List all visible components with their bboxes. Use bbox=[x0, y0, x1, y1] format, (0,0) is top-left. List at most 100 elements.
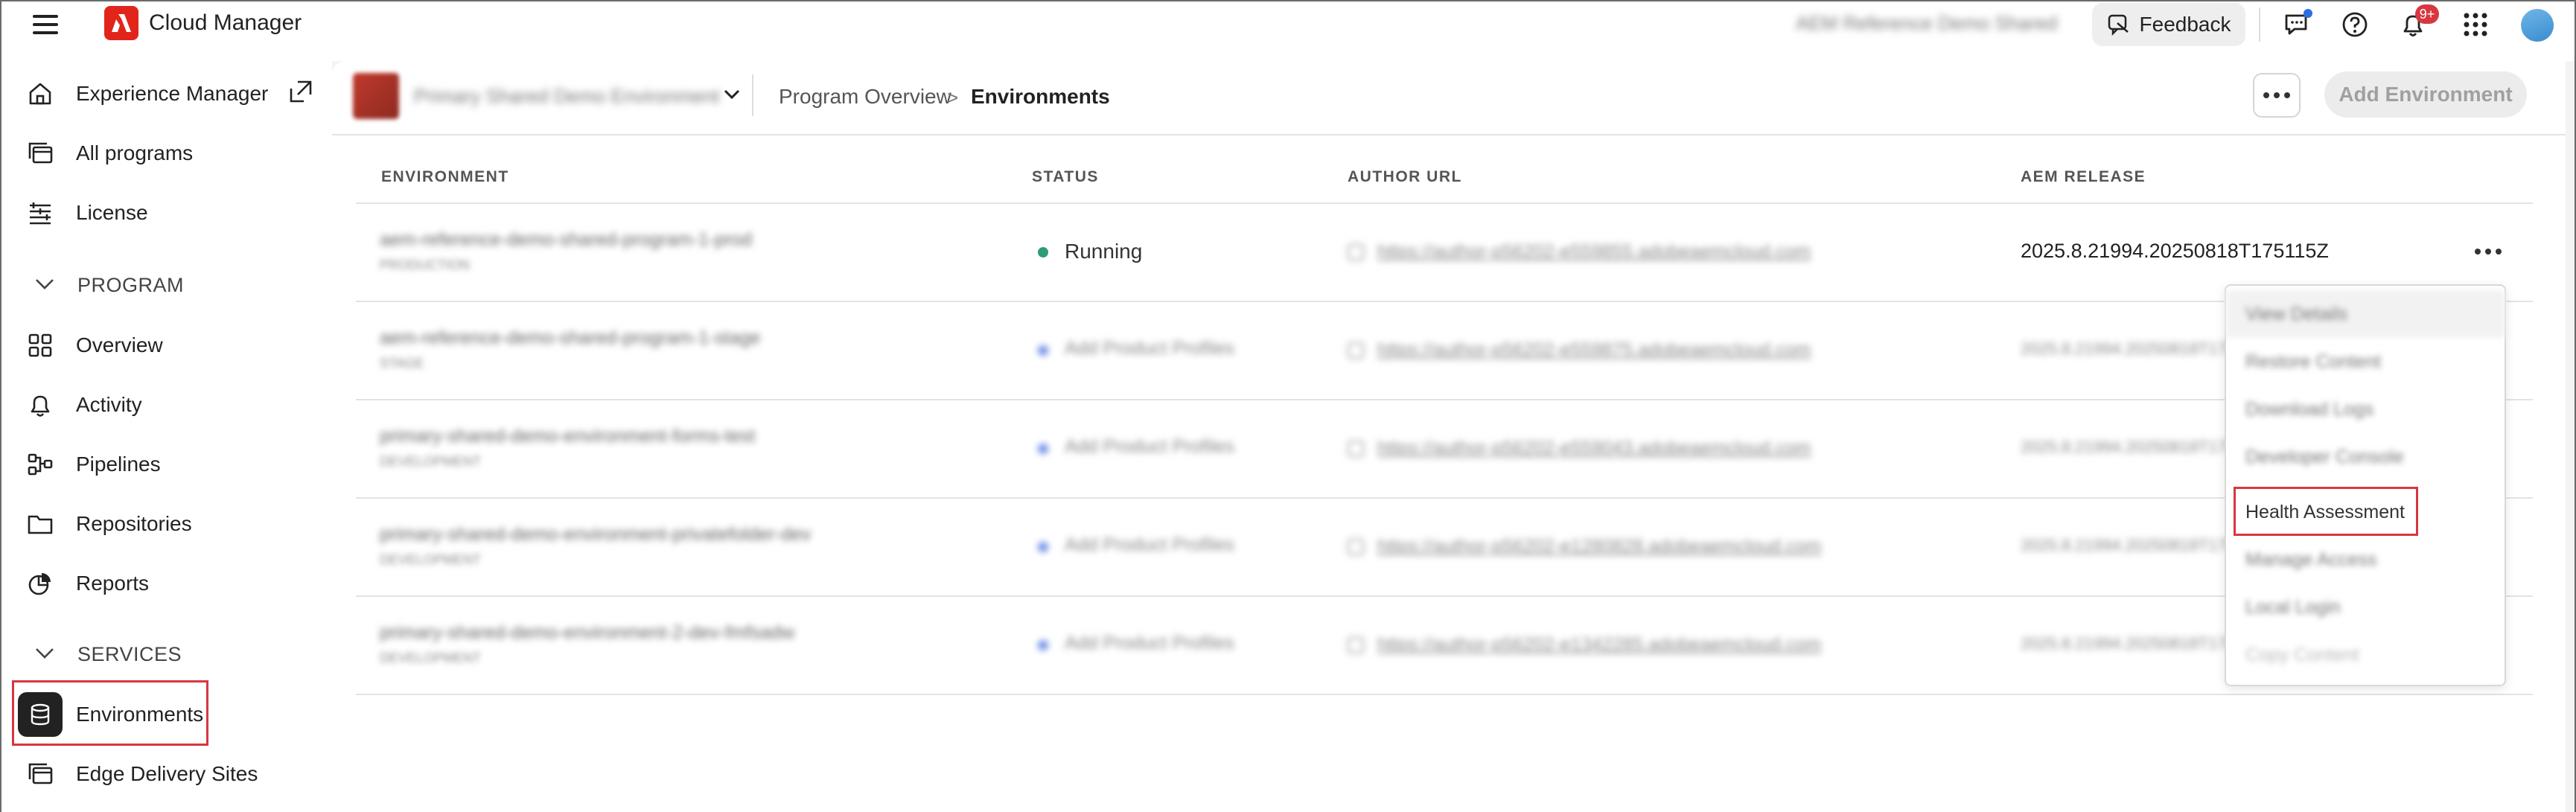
menu-item-local-login[interactable]: Local Login bbox=[2226, 584, 2505, 631]
sidebar-item-overview[interactable]: Overview bbox=[24, 322, 163, 369]
environment-type: DEVELOPMENT bbox=[380, 454, 482, 469]
section-title: SERVICES bbox=[77, 642, 182, 665]
program-thumbnail bbox=[353, 73, 399, 119]
sidebar-item-label: Pipelines bbox=[76, 453, 161, 476]
status-text[interactable]: Add Product Profiles bbox=[1065, 338, 1234, 359]
program-switcher[interactable]: Primary Shared Demo Environment bbox=[414, 85, 719, 108]
row-more-actions-button[interactable] bbox=[2469, 237, 2508, 266]
environment-type: DEVELOPMENT bbox=[380, 552, 482, 567]
section-program-toggle[interactable]: PROGRAM bbox=[34, 266, 184, 304]
author-url-link[interactable]: https://author-p56202-e559043.adobeaemcl… bbox=[1377, 438, 1811, 459]
overview-icon bbox=[24, 329, 57, 362]
environment-type: STAGE bbox=[380, 356, 424, 371]
sidebar-item-edge-delivery-sites[interactable]: Edge Delivery Sites bbox=[24, 750, 258, 798]
breadcrumb-program-overview[interactable]: Program Overview bbox=[779, 85, 951, 109]
divider bbox=[356, 301, 2533, 302]
help-icon[interactable] bbox=[2338, 7, 2372, 42]
section-title: PROGRAM bbox=[77, 273, 185, 296]
programs-icon bbox=[24, 137, 57, 170]
chevron-down-icon[interactable] bbox=[719, 82, 745, 107]
column-header-status[interactable]: STATUS bbox=[1032, 168, 1099, 186]
menu-item-manage-access[interactable]: Manage Access bbox=[2226, 536, 2505, 584]
status-text[interactable]: Add Product Profiles bbox=[1065, 633, 1234, 654]
column-header-author-url[interactable]: AUTHOR URL bbox=[1348, 168, 1462, 186]
environment-type: PRODUCTION bbox=[380, 258, 470, 272]
sidebar-item-label: Repositories bbox=[76, 512, 192, 535]
adobe-logo-icon[interactable] bbox=[104, 6, 138, 40]
reports-icon bbox=[24, 567, 57, 600]
column-header-environment[interactable]: ENVIRONMENT bbox=[381, 168, 509, 186]
environment-name[interactable]: aem-reference-demo-shared-program-1-stag… bbox=[380, 327, 760, 349]
highlight-box-health-assessment bbox=[2234, 487, 2418, 536]
section-services-toggle[interactable]: SERVICES bbox=[34, 636, 182, 673]
sidebar-item-label: Reports bbox=[76, 572, 150, 595]
sidebar-item-experience-manager[interactable]: Experience Manager bbox=[24, 70, 314, 118]
sidebar-item-reports[interactable]: Reports bbox=[24, 560, 149, 607]
divider bbox=[332, 134, 2566, 135]
sidebar-item-activity[interactable]: Activity bbox=[24, 381, 142, 429]
folder-icon bbox=[24, 508, 57, 540]
environments-card: Primary Shared Demo Environment Program … bbox=[332, 61, 2566, 812]
menu-item-view-details[interactable]: View Details bbox=[2226, 290, 2505, 338]
bell-icon[interactable]: 9+ bbox=[2396, 4, 2439, 42]
menu-item-download-logs[interactable]: Download Logs bbox=[2226, 386, 2505, 433]
divider bbox=[356, 202, 2533, 204]
copy-icon[interactable] bbox=[1348, 637, 1364, 653]
main-area: Primary Shared Demo Environment Program … bbox=[332, 61, 2575, 812]
copy-icon[interactable] bbox=[1348, 244, 1364, 260]
chat-icon[interactable] bbox=[2280, 7, 2314, 42]
sidebar-item-label: Edge Delivery Sites bbox=[76, 762, 258, 785]
environment-type: DEVELOPMENT bbox=[380, 650, 482, 665]
menu-item-restore-content[interactable]: Restore Content bbox=[2226, 338, 2505, 386]
copy-icon[interactable] bbox=[1348, 539, 1364, 555]
app-title[interactable]: Cloud Manager bbox=[149, 10, 302, 36]
environment-name[interactable]: primary-shared-demo-environment-privatef… bbox=[380, 524, 811, 546]
sidebar-item-label: Overview bbox=[76, 333, 163, 357]
environment-name[interactable]: aem-reference-demo-shared-program-1-prod bbox=[380, 229, 752, 251]
menu-item-developer-console[interactable]: Developer Console bbox=[2226, 433, 2505, 481]
environment-name[interactable]: primary-shared-demo-environment-forms-te… bbox=[380, 426, 755, 447]
environment-name[interactable]: primary-shared-demo-environment-2-dev-fm… bbox=[380, 622, 794, 644]
home-icon bbox=[24, 77, 57, 110]
divider bbox=[752, 74, 753, 116]
sidebar-item-all-programs[interactable]: All programs bbox=[24, 130, 193, 177]
divider bbox=[356, 497, 2533, 499]
chevron-down-icon bbox=[34, 274, 55, 297]
avatar[interactable] bbox=[2521, 9, 2554, 42]
add-environment-button[interactable]: Add Environment bbox=[2324, 71, 2527, 118]
org-switcher[interactable]: AEM Reference Demo Shared bbox=[1796, 12, 2057, 35]
status-pending-dot bbox=[1038, 345, 1048, 356]
author-url-link[interactable]: https://author-p56202-e1280828.adobeaemc… bbox=[1377, 536, 1821, 557]
sidebar-item-license[interactable]: License bbox=[24, 189, 148, 237]
author-url-link[interactable]: https://author-p56202-e1342285.adobeaemc… bbox=[1377, 634, 1821, 656]
sidebar-item-label: All programs bbox=[76, 141, 194, 164]
copy-icon[interactable] bbox=[1348, 441, 1364, 457]
environment-actions-menu: View Details Restore Content Download Lo… bbox=[2225, 284, 2506, 686]
status-pending-dot bbox=[1038, 542, 1048, 552]
pipelines-icon bbox=[24, 448, 57, 481]
top-bar: Cloud Manager AEM Reference Demo Shared … bbox=[1, 1, 2575, 48]
sidebar-item-repositories[interactable]: Repositories bbox=[24, 500, 192, 548]
divider bbox=[356, 595, 2533, 597]
license-icon bbox=[24, 196, 57, 229]
status-pending-dot bbox=[1038, 444, 1048, 454]
notification-count-badge: 9+ bbox=[2415, 4, 2439, 24]
column-header-aem-release[interactable]: AEM RELEASE bbox=[2021, 168, 2146, 186]
author-url-link[interactable]: https://author-p56202-e559875.adobeaemcl… bbox=[1377, 339, 1811, 361]
hamburger-icon[interactable] bbox=[28, 12, 63, 37]
copy-icon[interactable] bbox=[1348, 342, 1364, 359]
sidebar: Experience Manager All programs License … bbox=[1, 48, 332, 812]
feedback-icon bbox=[2108, 14, 2129, 36]
feedback-label: Feedback bbox=[2139, 13, 2231, 36]
aem-release: 2025.8.21994.20250818T175115Z bbox=[2021, 240, 2329, 262]
status-text[interactable]: Add Product Profiles bbox=[1065, 534, 1234, 556]
status-text[interactable]: Add Product Profiles bbox=[1065, 436, 1234, 458]
sidebar-item-pipelines[interactable]: Pipelines bbox=[24, 441, 161, 488]
bell-icon bbox=[24, 389, 57, 421]
more-actions-button[interactable] bbox=[2253, 73, 2301, 118]
author-url-link[interactable]: https://author-p56202-e559855.adobeaemcl… bbox=[1377, 241, 1811, 263]
apps-grid-icon[interactable] bbox=[2458, 7, 2493, 42]
sidebar-item-label: License bbox=[76, 201, 148, 224]
chevron-down-icon bbox=[34, 643, 55, 666]
feedback-button[interactable]: Feedback bbox=[2092, 3, 2245, 46]
